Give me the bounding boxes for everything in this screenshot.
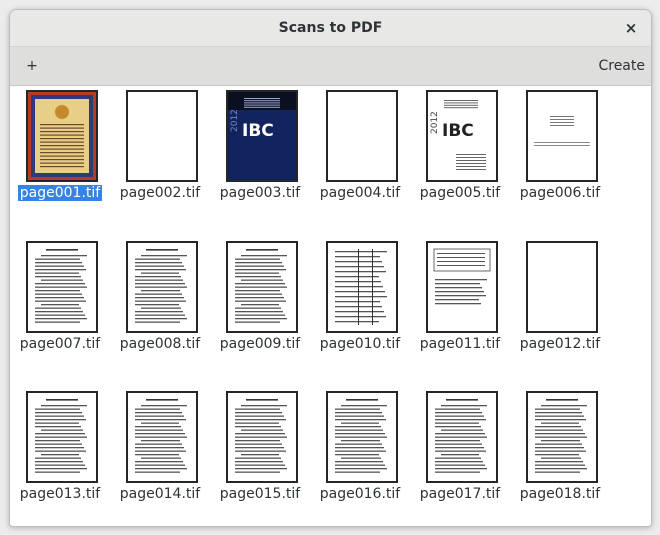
file-thumbnail: 2012 IBC (226, 90, 298, 182)
file-item[interactable]: page009.tif (212, 237, 308, 363)
page-preview-icon (535, 399, 587, 473)
scans-to-pdf-window: Scans to PDF × + Create page001.tif page0… (9, 9, 652, 527)
file-name-label: page006.tif (519, 185, 601, 201)
plus-icon: + (26, 58, 38, 74)
file-name-label: page013.tif (19, 486, 101, 502)
file-grid: page001.tif page002.tif 2012 IBC page003.tif… (10, 86, 651, 526)
file-item[interactable]: page018.tif (512, 387, 608, 513)
file-item[interactable]: page008.tif (112, 237, 208, 363)
file-thumbnail (126, 241, 198, 333)
file-name-label: page011.tif (419, 336, 501, 352)
file-thumbnail (326, 241, 398, 333)
close-icon: × (624, 19, 638, 37)
file-item[interactable]: page016.tif (312, 387, 408, 513)
page-preview-icon (28, 92, 96, 180)
file-thumbnail (226, 241, 298, 333)
page-preview-icon (235, 399, 287, 473)
file-thumbnail (126, 90, 198, 182)
file-item[interactable]: page001.tif (12, 86, 108, 212)
svg-text:IBC: IBC (242, 121, 274, 141)
file-item[interactable]: page007.tif (12, 237, 108, 363)
file-thumbnail (326, 90, 398, 182)
file-name-label: page017.tif (419, 486, 501, 502)
page-preview-icon (328, 92, 396, 180)
file-name-label: page014.tif (119, 486, 201, 502)
file-item[interactable]: page017.tif (412, 387, 508, 513)
file-name-label: page018.tif (519, 486, 601, 502)
file-name-label: page010.tif (319, 336, 401, 352)
file-name-label: page015.tif (219, 486, 301, 502)
page-preview-icon (128, 92, 196, 180)
page-preview-icon (135, 249, 187, 323)
page-preview-icon (135, 399, 187, 473)
file-name-label: page001.tif (17, 185, 103, 201)
page-preview-icon (35, 399, 87, 473)
file-item[interactable]: page006.tif (512, 86, 608, 212)
file-thumbnail (26, 90, 98, 182)
file-thumbnail (526, 90, 598, 182)
file-item[interactable]: page015.tif (212, 387, 308, 513)
file-thumbnail (426, 241, 498, 333)
page-preview-icon (235, 249, 287, 323)
file-item[interactable]: 2012 IBC page003.tif (212, 86, 308, 212)
file-item[interactable]: page010.tif (312, 237, 408, 363)
file-thumbnail: 2012 IBC (426, 90, 498, 182)
file-name-label: page016.tif (319, 486, 401, 502)
file-thumbnail (26, 391, 98, 483)
file-item[interactable]: page002.tif (112, 86, 208, 212)
file-item[interactable]: page011.tif (412, 237, 508, 363)
file-item[interactable]: page013.tif (12, 387, 108, 513)
file-name-label: page009.tif (219, 336, 301, 352)
file-name-label: page012.tif (519, 336, 601, 352)
file-thumbnail (26, 241, 98, 333)
file-name-label: page008.tif (119, 336, 201, 352)
file-thumbnail (526, 241, 598, 333)
page-preview-icon (528, 243, 596, 331)
page-preview-icon (335, 249, 387, 325)
file-thumbnail (526, 391, 598, 483)
toolbar: + Create (10, 47, 651, 86)
page-preview-icon (35, 249, 87, 323)
page-preview-icon (435, 399, 487, 473)
file-item[interactable]: 2012 IBC page005.tif (412, 86, 508, 212)
page-preview-icon: 2012 IBC (228, 92, 296, 180)
titlebar: Scans to PDF × (10, 10, 651, 47)
page-preview-icon (335, 399, 387, 473)
page-preview-icon (433, 248, 491, 305)
page-preview-icon (534, 116, 590, 146)
file-name-label: page003.tif (219, 185, 301, 201)
file-thumbnail (426, 391, 498, 483)
file-name-label: page005.tif (419, 185, 501, 201)
close-button[interactable]: × (619, 16, 643, 40)
file-item[interactable]: page012.tif (512, 237, 608, 363)
add-button[interactable]: + (20, 54, 44, 78)
file-thumbnail (226, 391, 298, 483)
svg-text:2012: 2012 (430, 111, 440, 134)
file-name-label: page004.tif (319, 185, 401, 201)
svg-text:IBC: IBC (442, 121, 474, 141)
file-thumbnail (126, 391, 198, 483)
file-item[interactable]: page014.tif (112, 387, 208, 513)
file-name-label: page002.tif (119, 185, 201, 201)
file-item[interactable]: page004.tif (312, 86, 408, 212)
create-button[interactable]: Create (592, 54, 645, 78)
window-title: Scans to PDF (278, 20, 383, 36)
file-thumbnail (326, 391, 398, 483)
svg-text:2012: 2012 (230, 109, 240, 132)
page-preview-icon: 2012 IBC (430, 100, 486, 170)
file-name-label: page007.tif (19, 336, 101, 352)
